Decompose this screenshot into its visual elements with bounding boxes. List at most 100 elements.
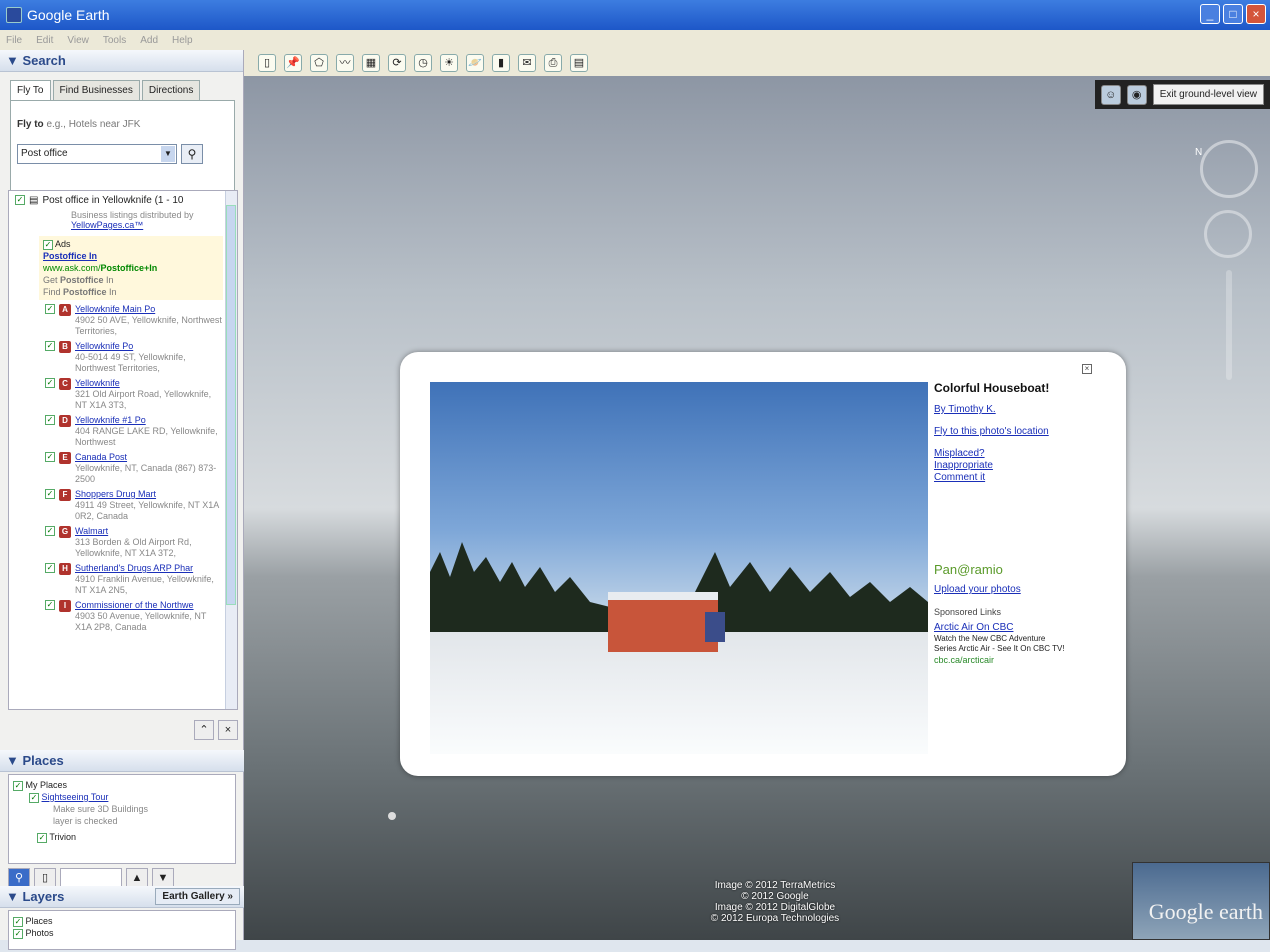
menu-add[interactable]: Add	[140, 35, 158, 46]
maps-icon[interactable]: ▤	[570, 54, 588, 72]
pegman-icon[interactable]: ☺	[1100, 84, 1121, 105]
collapse-icon[interactable]: ⌃	[194, 720, 214, 740]
layer-places[interactable]: ✓ Places	[13, 915, 231, 927]
close-icon[interactable]: ×	[1246, 4, 1266, 24]
ruler-icon[interactable]: ▮	[492, 54, 510, 72]
ad-url[interactable]: cbc.ca/arcticair	[934, 654, 1114, 666]
flyto-photo-link[interactable]: Fly to this photo's location	[934, 426, 1114, 438]
checkbox[interactable]: ✓	[45, 341, 55, 351]
inappropriate-link[interactable]: Inappropriate	[934, 460, 1114, 472]
result-link[interactable]: Yellowknife #1 Po	[75, 415, 146, 425]
menu-tools[interactable]: Tools	[103, 35, 126, 46]
ads-block[interactable]: ✓ Ads Postoffice In www.ask.com/Postoffi…	[39, 236, 223, 300]
result-link[interactable]: Yellowknife	[75, 378, 120, 388]
tab-find-businesses[interactable]: Find Businesses	[52, 80, 140, 100]
result-link[interactable]: Commissioner of the Northwe	[75, 600, 194, 610]
upload-photos-link[interactable]: Upload your photos	[934, 584, 1114, 596]
tour-record-icon[interactable]: ⟳	[388, 54, 406, 72]
tab-directions[interactable]: Directions	[141, 80, 201, 100]
checkbox[interactable]: ✓	[45, 563, 55, 573]
checkbox[interactable]: ✓	[45, 600, 55, 610]
exit-ground-level-button[interactable]: Exit ground-level view	[1152, 84, 1264, 105]
result-marker-icon: G	[59, 526, 71, 538]
checkbox[interactable]: ✓	[45, 489, 55, 499]
move-up-icon[interactable]: ▲	[126, 868, 148, 888]
search-icon[interactable]: ⚲	[181, 144, 203, 164]
checkbox[interactable]: ✓	[15, 195, 25, 205]
my-places-item[interactable]: ✓ My Places	[13, 779, 231, 791]
result-link[interactable]: Yellowknife Main Po	[75, 304, 155, 314]
result-item[interactable]: ✓ B Yellowknife Po 40-5014 49 ST, Yellowkni…	[45, 341, 223, 374]
temp-item[interactable]: ✓ Trivion	[13, 831, 231, 843]
panoramio-logo[interactable]: Pan@ramio	[934, 563, 1114, 576]
result-item[interactable]: ✓ C Yellowknife 321 Old Airport Road, Yello…	[45, 378, 223, 411]
search-panel-title[interactable]: ▼ Search	[0, 50, 243, 72]
menu-help[interactable]: Help	[172, 35, 193, 46]
results-header[interactable]: ✓ ▤ Post office in Yellowknife (1 - 10	[9, 191, 237, 210]
search-places-icon[interactable]: ⚲	[8, 868, 30, 888]
globe-icon[interactable]: ◉	[1126, 84, 1147, 105]
menu-edit[interactable]: Edit	[36, 35, 53, 46]
checkbox[interactable]: ✓	[45, 415, 55, 425]
layer-photos[interactable]: ✓ Photos	[13, 927, 231, 939]
scroll-thumb[interactable]	[226, 205, 236, 605]
provider-link[interactable]: YellowPages.ca™	[71, 220, 143, 230]
path-icon[interactable]: 〰	[336, 54, 354, 72]
earth-gallery-button[interactable]: Earth Gallery »	[155, 888, 240, 905]
misplaced-link[interactable]: Misplaced?	[934, 448, 1114, 460]
menu-view[interactable]: View	[67, 35, 89, 46]
planets-icon[interactable]: 🪐	[466, 54, 484, 72]
tab-fly-to[interactable]: Fly To	[10, 80, 51, 100]
sunlight-icon[interactable]: ☀	[440, 54, 458, 72]
result-link[interactable]: Walmart	[75, 526, 108, 536]
result-item[interactable]: ✓ D Yellowknife #1 Po 404 RANGE LAKE RD, Ye…	[45, 415, 223, 448]
move-down-icon[interactable]: ▼	[152, 868, 174, 888]
ads-checkbox[interactable]: ✓	[43, 240, 53, 250]
clear-results-icon[interactable]: ×	[218, 720, 238, 740]
ad-title-link[interactable]: Arctic Air On CBC	[934, 622, 1114, 634]
layers-panel-title[interactable]: ▼ Layers Earth Gallery »	[0, 886, 244, 908]
minimize-icon[interactable]: _	[1200, 4, 1220, 24]
look-joystick[interactable]: N	[1195, 140, 1258, 198]
result-link[interactable]: Yellowknife Po	[75, 341, 133, 351]
result-item[interactable]: ✓ I Commissioner of the Northwe 4903 50 Ave…	[45, 600, 223, 633]
menu-file[interactable]: File	[6, 35, 22, 46]
author-link[interactable]: By Timothy K.	[934, 404, 1114, 416]
checkbox[interactable]: ✓	[45, 378, 55, 388]
result-link[interactable]: Sutherland's Drugs ARP Phar	[75, 563, 193, 573]
results-scrollbar[interactable]	[225, 191, 237, 709]
email-icon[interactable]: ✉	[518, 54, 536, 72]
sidebar-toggle-icon[interactable]: ▯	[258, 54, 276, 72]
houseboat-photo[interactable]	[430, 382, 928, 754]
image-overlay-icon[interactable]: ▦	[362, 54, 380, 72]
result-item[interactable]: ✓ E Canada Post Yellowknife, NT, Canada (86…	[45, 452, 223, 485]
result-link[interactable]: Canada Post	[75, 452, 127, 462]
layers-tree: ✓ Places ✓ Photos	[8, 910, 236, 950]
comment-link[interactable]: Comment it	[934, 472, 1114, 484]
places-panel-title[interactable]: ▼ Places	[0, 750, 244, 772]
window-controls: _ □ ×	[1200, 4, 1266, 24]
dropdown-arrow-icon[interactable]: ▼	[161, 146, 175, 162]
historical-imagery-icon[interactable]: ◷	[414, 54, 432, 72]
result-item[interactable]: ✓ G Walmart 313 Borden & Old Airport Rd, Ye…	[45, 526, 223, 559]
checkbox[interactable]: ✓	[45, 452, 55, 462]
polygon-icon[interactable]: ⬠	[310, 54, 328, 72]
checkbox[interactable]: ✓	[45, 526, 55, 536]
placemark-icon[interactable]: 📌	[284, 54, 302, 72]
checkbox[interactable]: ✓	[45, 304, 55, 314]
tour-item[interactable]: ✓ Sightseeing Tour	[13, 791, 231, 803]
overview-map[interactable]: Google earth	[1132, 862, 1270, 940]
print-icon[interactable]: ⎙	[544, 54, 562, 72]
layers-panel: ▼ Layers Earth Gallery » ✓ Places ✓ Photo…	[0, 886, 244, 952]
move-joystick[interactable]	[1204, 210, 1252, 258]
close-icon[interactable]: ×	[1082, 364, 1092, 374]
result-item[interactable]: ✓ H Sutherland's Drugs ARP Phar 4910 Frankl…	[45, 563, 223, 596]
search-input[interactable]: Post office ▼	[17, 144, 177, 164]
places-search-input[interactable]	[60, 868, 122, 888]
maximize-icon[interactable]: □	[1223, 4, 1243, 24]
panel-toggle-icon[interactable]: ▯	[34, 868, 56, 888]
zoom-slider[interactable]	[1226, 270, 1232, 380]
result-item[interactable]: ✓ A Yellowknife Main Po 4902 50 AVE, Yellow…	[45, 304, 223, 337]
result-link[interactable]: Shoppers Drug Mart	[75, 489, 156, 499]
result-item[interactable]: ✓ F Shoppers Drug Mart 4911 49 Street, Yell…	[45, 489, 223, 522]
